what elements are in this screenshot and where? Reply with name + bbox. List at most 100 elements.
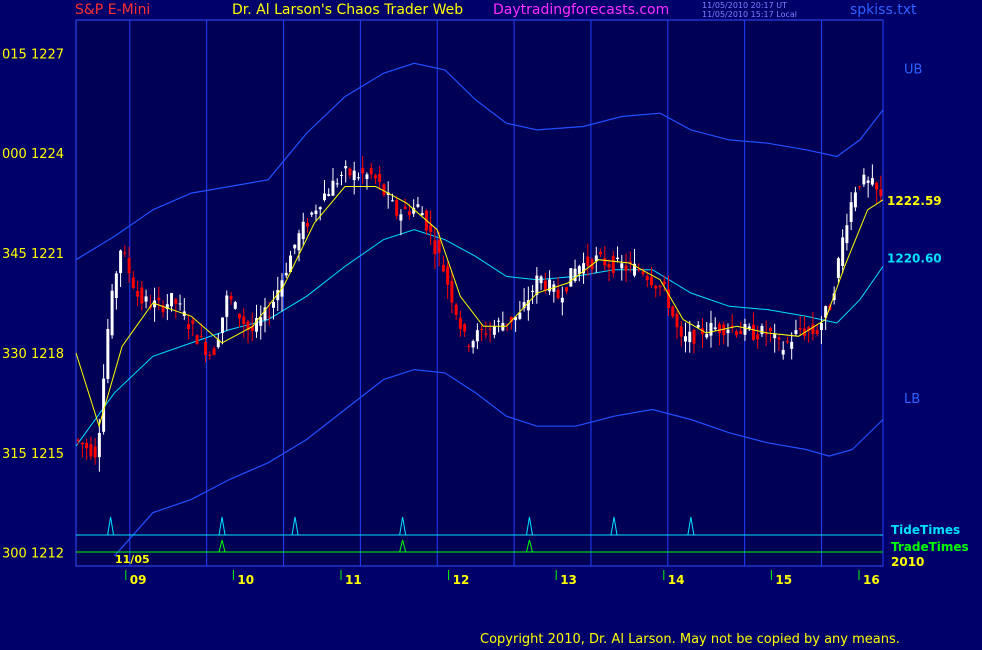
candle-body-116 <box>569 268 573 287</box>
candle-body-167 <box>785 341 789 343</box>
candle-body-77 <box>403 206 407 209</box>
candle-body-4 <box>93 446 97 458</box>
tide-times-label: TideTimes <box>891 523 960 537</box>
candle-body-150 <box>713 327 717 330</box>
candle-body-30 <box>204 342 208 356</box>
candle-body-160 <box>756 334 760 340</box>
candle-body-38 <box>238 313 242 319</box>
candle-body-134 <box>645 275 649 280</box>
candle-body-138 <box>662 281 666 285</box>
candle-body-109 <box>539 276 543 284</box>
candle-body-115 <box>565 287 569 292</box>
year-label: 2010 <box>891 555 924 569</box>
day-label-4: 13 <box>560 573 577 587</box>
candle-body-90 <box>458 318 462 329</box>
candle-body-87 <box>446 266 450 285</box>
last-close-label: 1222.59 <box>887 194 942 208</box>
candle-body-74 <box>390 200 394 202</box>
day-label-2: 11 <box>345 573 362 587</box>
candle-body-14 <box>136 290 140 297</box>
candle-body-161 <box>760 325 764 335</box>
candle-body-179 <box>836 258 840 278</box>
day-label-1: 10 <box>237 573 254 587</box>
candle-body-5 <box>97 432 101 458</box>
candle-body-95 <box>480 328 484 330</box>
candle-body-63 <box>344 165 348 169</box>
candle-body-65 <box>352 170 356 181</box>
candle-body-153 <box>726 329 730 334</box>
candle-body-7 <box>106 328 110 379</box>
candle-body-151 <box>717 324 721 334</box>
candle-body-125 <box>607 263 611 268</box>
candle-body-98 <box>492 326 496 335</box>
start-date-label: 11/05 <box>115 553 150 566</box>
candle-body-143 <box>684 336 687 342</box>
candle-body-144 <box>688 331 692 343</box>
candle-body-59 <box>327 194 331 196</box>
trade-times-label: TradeTimes <box>891 540 969 554</box>
candle-body-31 <box>208 354 212 356</box>
candle-body-181 <box>845 225 849 244</box>
candle-body-35 <box>225 295 229 317</box>
candle-body-72 <box>382 184 386 195</box>
candle-body-137 <box>658 285 662 288</box>
candle-body-92 <box>467 345 471 347</box>
y-tick-label-0: 015 1227 <box>2 47 64 62</box>
candle-body-169 <box>794 330 798 334</box>
candle-body-66 <box>356 177 360 179</box>
candle-body-127 <box>616 257 620 260</box>
candle-body-170 <box>798 328 802 330</box>
candle-body-135 <box>650 277 654 286</box>
candle-body-56 <box>314 210 318 215</box>
candle-body-64 <box>348 168 352 176</box>
candle-body-76 <box>399 214 403 221</box>
candle-body-117 <box>573 268 577 282</box>
candle-body-89 <box>454 304 458 315</box>
y-tick-label-3: 330 1218 <box>2 347 64 362</box>
candle-body-175 <box>819 323 823 330</box>
candle-body-11 <box>123 252 127 254</box>
day-label-6: 15 <box>775 573 792 587</box>
candle-body-81 <box>420 212 424 216</box>
candle-body-37 <box>233 302 237 309</box>
candle-body-43 <box>259 317 263 326</box>
candle-body-22 <box>170 293 174 307</box>
candle-body-110 <box>543 280 547 290</box>
candle-body-19 <box>157 297 161 301</box>
candle-body-85 <box>437 240 441 253</box>
candle-body-86 <box>441 264 445 272</box>
candle-body-16 <box>144 296 148 302</box>
day-label-0: 09 <box>130 573 147 587</box>
candle-body-67 <box>361 167 365 174</box>
y-tick-label-4: 315 1215 <box>2 447 64 462</box>
candle-body-189 <box>879 189 883 197</box>
candle-body-2 <box>85 442 89 449</box>
candle-body-118 <box>577 266 581 274</box>
candle-body-23 <box>174 299 178 304</box>
candle-body-93 <box>471 341 475 348</box>
candle-body-51 <box>293 244 297 249</box>
candle-body-141 <box>675 313 679 328</box>
candle-body-129 <box>624 265 628 271</box>
candle-body-29 <box>199 335 203 337</box>
candle-body-28 <box>195 335 199 345</box>
lower-band-label: LB <box>904 392 920 407</box>
candle-body-173 <box>811 324 815 334</box>
candle-body-27 <box>191 320 195 324</box>
candle-body-94 <box>475 330 479 342</box>
candle-body-180 <box>841 237 845 266</box>
candle-body-124 <box>603 257 607 266</box>
candle-body-123 <box>599 251 603 255</box>
candle-body-13 <box>131 277 135 288</box>
candle-body-9 <box>114 273 118 298</box>
candle-body-1 <box>80 442 84 445</box>
candle-body-159 <box>751 324 755 340</box>
candle-body-80 <box>416 204 420 207</box>
day-label-7: 16 <box>863 573 880 587</box>
candle-body-91 <box>463 324 467 332</box>
candle-body-68 <box>365 174 369 180</box>
candle-body-168 <box>790 341 794 349</box>
candle-body-0 <box>76 439 80 441</box>
plot-area <box>75 19 884 567</box>
day-label-3: 12 <box>453 573 470 587</box>
